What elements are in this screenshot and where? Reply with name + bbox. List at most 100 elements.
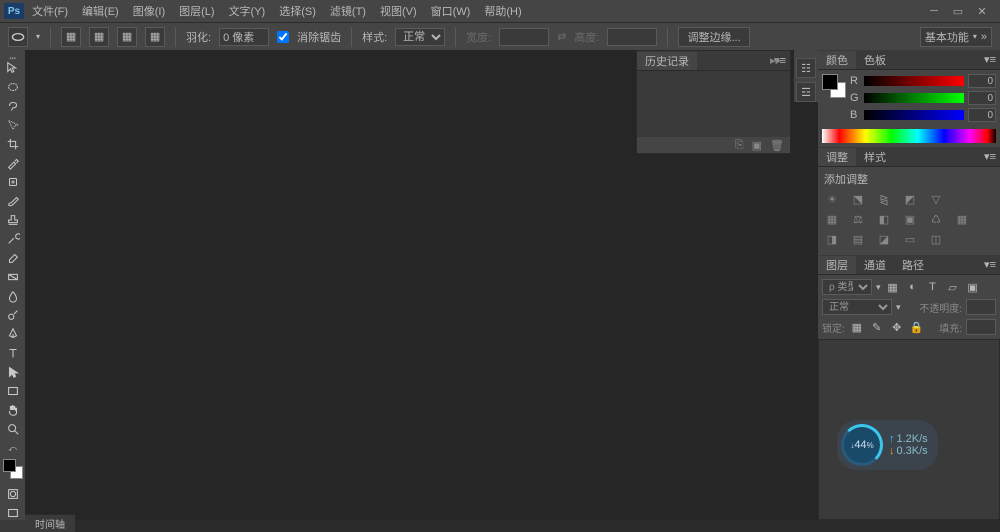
b-input[interactable] — [968, 108, 996, 122]
eyedropper-tool[interactable] — [1, 154, 24, 172]
menu-file[interactable]: 文件(F) — [26, 1, 74, 21]
close-icon[interactable]: ✕ — [974, 4, 990, 18]
hand-tool[interactable] — [1, 401, 24, 419]
curves-icon[interactable]: ⧎ — [876, 191, 892, 207]
path-select-tool[interactable] — [1, 363, 24, 381]
pen-tool[interactable] — [1, 325, 24, 343]
filter-type-icon[interactable]: T — [925, 279, 941, 295]
tab-swatches[interactable]: 色板 — [856, 51, 894, 69]
posterize-icon[interactable]: ▤ — [850, 231, 866, 247]
shape-tool[interactable] — [1, 382, 24, 400]
history-list[interactable] — [637, 71, 790, 137]
b-slider[interactable] — [864, 110, 964, 120]
add-selection-icon[interactable]: ▦ — [89, 27, 109, 47]
collapse-icon[interactable]: ▸▸ — [770, 54, 781, 67]
filter-pixel-icon[interactable]: ▦ — [885, 279, 901, 295]
antialias-checkbox[interactable] — [277, 31, 289, 43]
bw-icon[interactable]: ◧ — [876, 211, 892, 227]
menu-type[interactable]: 文字(Y) — [223, 1, 272, 21]
style-select[interactable]: 正常 — [395, 28, 445, 46]
quick-select-tool[interactable] — [1, 116, 24, 134]
r-slider[interactable] — [864, 76, 964, 86]
levels-icon[interactable]: ⬔ — [850, 191, 866, 207]
blur-tool[interactable] — [1, 287, 24, 305]
tab-channels[interactable]: 通道 — [856, 256, 894, 274]
brush-tool[interactable] — [1, 192, 24, 210]
eraser-tool[interactable] — [1, 249, 24, 267]
threshold-icon[interactable]: ◪ — [876, 231, 892, 247]
gradient-map-icon[interactable]: ▭ — [902, 231, 918, 247]
menu-view[interactable]: 视图(V) — [374, 1, 423, 21]
panel-menu-icon[interactable]: ▾≡ — [980, 150, 1000, 163]
new-selection-icon[interactable]: ▦ — [61, 27, 81, 47]
dodge-tool[interactable] — [1, 306, 24, 324]
fg-bg-swatches[interactable] — [3, 459, 23, 479]
panel-menu-icon[interactable]: ▾≡ — [980, 258, 1000, 271]
menu-window[interactable]: 窗口(W) — [425, 1, 477, 21]
menu-layer[interactable]: 图层(L) — [173, 1, 220, 21]
quickmask-tool[interactable] — [1, 485, 24, 503]
layer-kind-select[interactable]: ρ 类型 — [822, 279, 872, 295]
zoom-tool[interactable] — [1, 420, 24, 438]
mixer-icon[interactable]: ♺ — [928, 211, 944, 227]
gradient-tool[interactable] — [1, 268, 24, 286]
tab-history[interactable]: 历史记录 — [637, 52, 697, 70]
flyout-icon[interactable]: » — [981, 31, 987, 43]
color-ramp[interactable] — [822, 129, 996, 143]
foreground-swatch[interactable] — [3, 459, 16, 472]
brightness-icon[interactable]: ☀ — [824, 191, 840, 207]
hue-icon[interactable]: ▦ — [824, 211, 840, 227]
type-tool[interactable] — [1, 344, 24, 362]
tab-timeline[interactable]: 时间轴 — [25, 514, 75, 532]
minimize-icon[interactable]: ─ — [926, 4, 942, 18]
menu-filter[interactable]: 滤镜(T) — [324, 1, 372, 21]
healing-tool[interactable] — [1, 173, 24, 191]
tab-layers[interactable]: 图层 — [818, 256, 856, 274]
menu-select[interactable]: 选择(S) — [273, 1, 322, 21]
menu-edit[interactable]: 编辑(E) — [76, 1, 125, 21]
crop-tool[interactable] — [1, 135, 24, 153]
photo-filter-icon[interactable]: ▣ — [902, 211, 918, 227]
g-slider[interactable] — [864, 93, 964, 103]
lookup-icon[interactable]: ▦ — [954, 211, 970, 227]
color-fgbg[interactable] — [822, 74, 846, 98]
intersect-selection-icon[interactable]: ▦ — [145, 27, 165, 47]
lock-pos-icon[interactable]: ✥ — [889, 319, 905, 335]
lock-pixel-icon[interactable]: ✎ — [869, 319, 885, 335]
marquee-tool[interactable] — [1, 78, 24, 96]
g-input[interactable] — [968, 91, 996, 105]
blend-mode-select[interactable]: 正常 — [822, 299, 892, 315]
stamp-tool[interactable] — [1, 211, 24, 229]
tab-color[interactable]: 颜色 — [818, 51, 856, 69]
refine-edge-button[interactable]: 调整边缘... — [678, 27, 749, 47]
filter-adj-icon[interactable]: ◐ — [905, 279, 921, 295]
r-input[interactable] — [968, 74, 996, 88]
tab-styles[interactable]: 样式 — [856, 148, 894, 166]
timeline-grip[interactable] — [0, 520, 25, 532]
vibrance-icon[interactable]: ▽ — [928, 191, 944, 207]
lock-all-icon[interactable]: 🔒 — [909, 319, 925, 335]
invert-icon[interactable]: ◨ — [824, 231, 840, 247]
new-document-icon[interactable]: ⎘ — [735, 139, 744, 153]
chevron-down-icon[interactable]: ▾ — [36, 32, 40, 41]
history-brush-tool[interactable] — [1, 230, 24, 248]
tool-preset-icon[interactable] — [8, 27, 28, 47]
workspace-select[interactable]: 基本功能 ▾ » — [920, 27, 992, 47]
balance-icon[interactable]: ⚖ — [850, 211, 866, 227]
menu-image[interactable]: 图像(I) — [127, 1, 171, 21]
filter-smart-icon[interactable]: ▣ — [965, 279, 981, 295]
lock-trans-icon[interactable]: ▦ — [849, 319, 865, 335]
tab-paths[interactable]: 路径 — [894, 256, 932, 274]
layer-list[interactable]: ↓44% 1.2K/s 0.3K/s — [818, 339, 1000, 520]
swap-colors-icon[interactable]: ⤺ — [1, 444, 24, 454]
delete-icon[interactable]: 🗑 — [770, 139, 784, 153]
tab-adjustments[interactable]: 调整 — [818, 148, 856, 166]
network-widget[interactable]: ↓44% 1.2K/s 0.3K/s — [837, 420, 938, 470]
filter-shape-icon[interactable]: ▱ — [945, 279, 961, 295]
selective-icon[interactable]: ◫ — [928, 231, 944, 247]
fg-swatch[interactable] — [822, 74, 838, 90]
exposure-icon[interactable]: ◩ — [902, 191, 918, 207]
subtract-selection-icon[interactable]: ▦ — [117, 27, 137, 47]
panel-menu-icon[interactable]: ▾≡ — [980, 53, 1000, 66]
move-tool[interactable] — [1, 59, 24, 77]
